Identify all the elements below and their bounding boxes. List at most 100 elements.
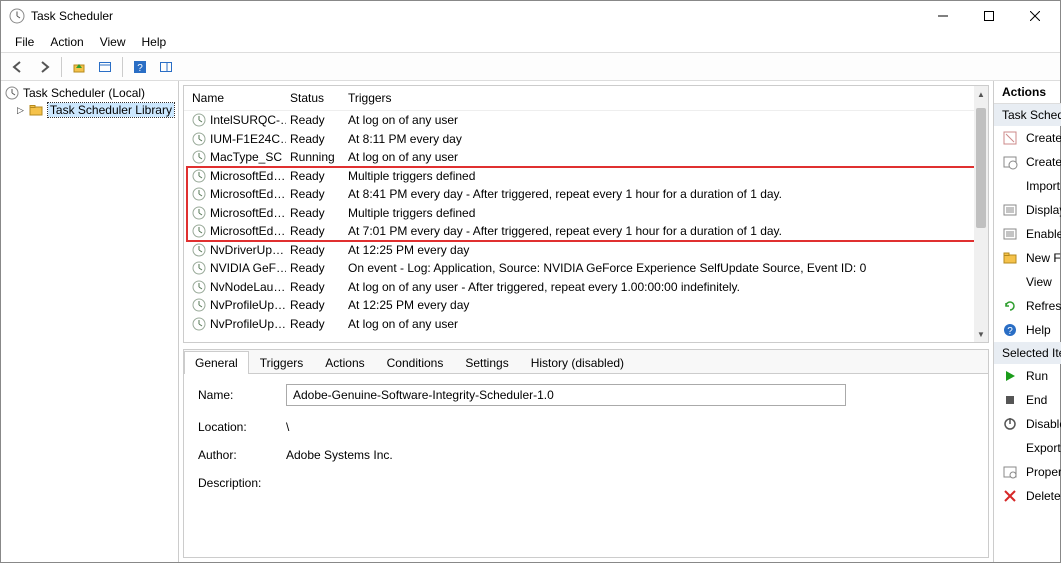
maximize-button[interactable] — [966, 1, 1012, 31]
vertical-scrollbar[interactable]: ▲ ▼ — [974, 86, 988, 342]
task-row[interactable]: MacType_SCRunningAt log on of any user — [184, 148, 988, 167]
action-delete[interactable]: Delete — [994, 484, 1061, 508]
action-label: View — [1026, 275, 1052, 289]
scroll-up-arrow[interactable]: ▲ — [974, 86, 988, 102]
action-create_task[interactable]: Create Task… — [994, 150, 1061, 174]
task-clock-icon — [192, 298, 206, 312]
column-name[interactable]: Name — [188, 89, 286, 107]
help-button[interactable]: ? — [129, 56, 151, 78]
task-triggers: At log on of any user — [344, 315, 984, 334]
action-view[interactable]: View▶ — [994, 270, 1061, 294]
task-list-header: Name Status Triggers — [184, 86, 988, 111]
column-triggers[interactable]: Triggers — [344, 89, 984, 107]
menu-file[interactable]: File — [7, 33, 42, 51]
task-status: Ready — [286, 259, 344, 278]
action-label: Enable All Tasks H… — [1026, 227, 1061, 241]
task-clock-icon — [192, 261, 206, 275]
actions-list-library: Create Basic Task… Create Task…Import Tas… — [994, 126, 1061, 342]
pane2-button[interactable] — [155, 56, 177, 78]
task-row[interactable]: IntelSURQC-…ReadyAt log on of any user — [184, 111, 988, 130]
titlebar: Task Scheduler — [1, 1, 1060, 31]
tab-actions[interactable]: Actions — [314, 351, 375, 374]
column-status[interactable]: Status — [286, 89, 344, 107]
task-name: NVIDIA GeF… — [210, 261, 286, 275]
tab-settings[interactable]: Settings — [454, 351, 519, 374]
detail-location-label: Location: — [198, 420, 278, 434]
actions-pane-title: Actions — [994, 81, 1061, 104]
task-name: NvProfileUp… — [210, 317, 286, 331]
task-triggers: At log on of any user - After triggered,… — [344, 278, 984, 297]
forward-button[interactable] — [33, 56, 55, 78]
action-new_folder[interactable]: New Folder… — [994, 246, 1061, 270]
pane-button[interactable] — [94, 56, 116, 78]
create_task-icon — [1002, 154, 1018, 170]
action-help[interactable]: ?Help — [994, 318, 1061, 342]
tab-history[interactable]: History (disabled) — [520, 351, 635, 374]
menu-help[interactable]: Help — [134, 33, 175, 51]
action-run[interactable]: Run — [994, 364, 1061, 388]
menu-view[interactable]: View — [92, 33, 134, 51]
task-clock-icon — [192, 187, 206, 201]
actions-section-selected[interactable]: Selected Item ▲ — [994, 342, 1061, 364]
tree-library-row[interactable]: ▷ Task Scheduler Library — [3, 101, 176, 119]
task-name: NvProfileUp… — [210, 298, 286, 312]
scroll-track[interactable] — [974, 102, 988, 326]
tab-triggers[interactable]: Triggers — [249, 351, 315, 374]
action-label: Help — [1026, 323, 1051, 337]
actions-section-library[interactable]: Task Scheduler Library ▲ — [994, 104, 1061, 126]
task-status: Ready — [286, 185, 344, 204]
action-label: Refresh — [1026, 299, 1061, 313]
task-row[interactable]: NvDriverUp…ReadyAt 12:25 PM every day — [184, 241, 988, 260]
task-clock-icon — [192, 317, 206, 331]
action-export[interactable]: Export… — [994, 436, 1061, 460]
task-clock-icon — [192, 169, 206, 183]
scroll-thumb[interactable] — [976, 108, 986, 228]
task-status: Running — [286, 148, 344, 167]
action-label: Display All Runni… — [1026, 203, 1061, 217]
task-clock-icon — [192, 224, 206, 238]
menu-action[interactable]: Action — [42, 33, 91, 51]
chevron-right-icon: ▷ — [17, 105, 24, 116]
action-label: End — [1026, 393, 1047, 407]
task-status: Ready — [286, 222, 344, 241]
action-label: Run — [1026, 369, 1048, 383]
scroll-down-arrow[interactable]: ▼ — [974, 326, 988, 342]
task-row[interactable]: MicrosoftEd…ReadyAt 8:41 PM every day - … — [184, 185, 988, 204]
task-row[interactable]: IUM-F1E24C…ReadyAt 8:11 PM every day — [184, 130, 988, 149]
action-create_basic[interactable]: Create Basic Task… — [994, 126, 1061, 150]
task-row[interactable]: NvNodeLau…ReadyAt log on of any user - A… — [184, 278, 988, 297]
task-name: MicrosoftEd… — [210, 224, 285, 238]
action-display_running[interactable]: Display All Runni… — [994, 198, 1061, 222]
action-import_task[interactable]: Import Task… — [994, 174, 1061, 198]
task-name: NvNodeLau… — [210, 280, 285, 294]
disable-icon — [1002, 416, 1018, 432]
action-refresh[interactable]: Refresh — [994, 294, 1061, 318]
tab-conditions[interactable]: Conditions — [376, 351, 455, 374]
close-button[interactable] — [1012, 1, 1058, 31]
action-end[interactable]: End — [994, 388, 1061, 412]
task-row[interactable]: MicrosoftEd…ReadyAt 7:01 PM every day - … — [184, 222, 988, 241]
tree-root[interactable]: Task Scheduler (Local) — [3, 85, 176, 101]
actions-section-library-label: Task Scheduler Library — [1002, 108, 1061, 122]
task-row[interactable]: NVIDIA GeF…ReadyOn event - Log: Applicat… — [184, 259, 988, 278]
tree-pane: Task Scheduler (Local) ▷ Task Scheduler … — [1, 81, 179, 562]
up-folder-button[interactable] — [68, 56, 90, 78]
action-label: Disable — [1026, 417, 1061, 431]
task-row[interactable]: NvProfileUp…ReadyAt log on of any user — [184, 315, 988, 334]
task-row[interactable]: MicrosoftEd…ReadyMultiple triggers defin… — [184, 204, 988, 223]
toolbar-separator-2 — [122, 57, 123, 77]
action-enable_history[interactable]: Enable All Tasks H… — [994, 222, 1061, 246]
enable_history-icon — [1002, 226, 1018, 242]
detail-name-value[interactable]: Adobe-Genuine-Software-Integrity-Schedul… — [286, 384, 846, 406]
actions-pane: Actions Task Scheduler Library ▲ Create … — [993, 81, 1061, 562]
action-label: Create Basic Task… — [1026, 131, 1061, 145]
task-row[interactable]: MicrosoftEd…ReadyMultiple triggers defin… — [184, 167, 988, 186]
tab-general[interactable]: General — [184, 351, 249, 374]
action-disable[interactable]: Disable — [994, 412, 1061, 436]
action-properties[interactable]: Properties — [994, 460, 1061, 484]
export-icon — [1002, 440, 1018, 456]
back-button[interactable] — [7, 56, 29, 78]
task-row[interactable]: NvProfileUp…ReadyAt 12:25 PM every day — [184, 296, 988, 315]
minimize-button[interactable] — [920, 1, 966, 31]
app-icon — [9, 8, 25, 24]
